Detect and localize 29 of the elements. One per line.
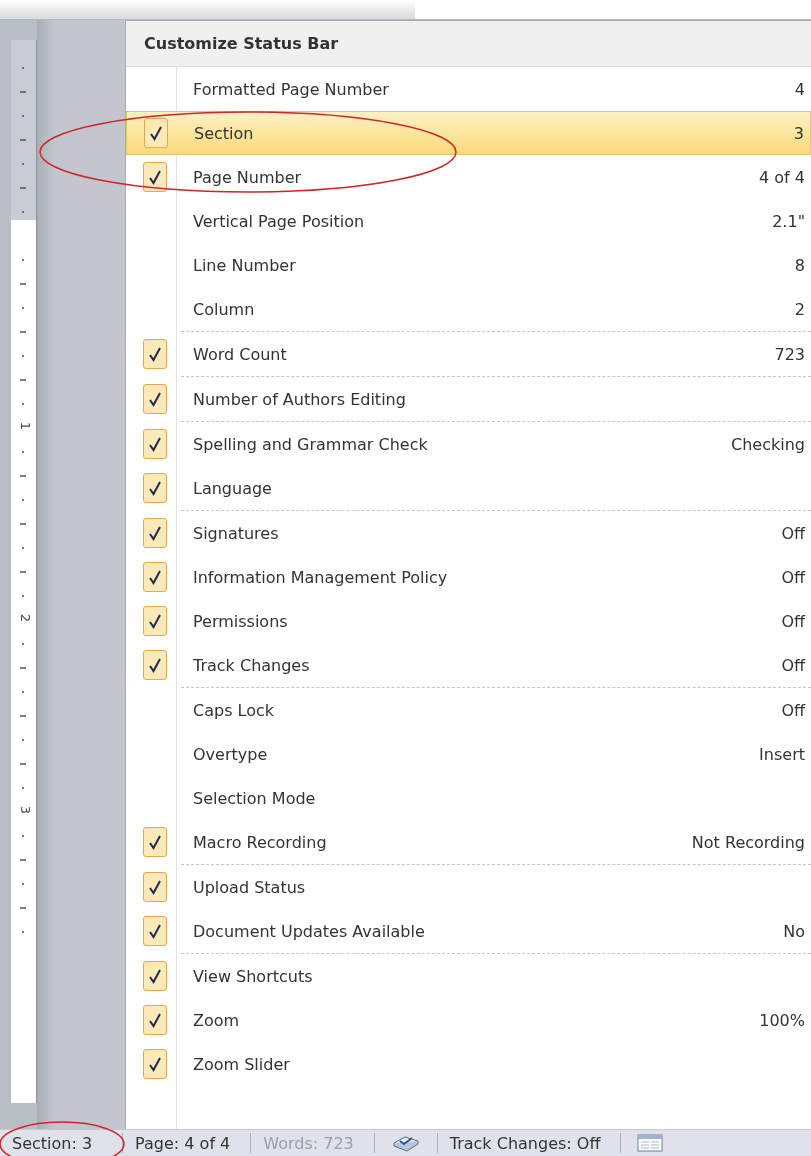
menu-item[interactable]: Zoom 100% <box>126 998 811 1042</box>
status-item[interactable]: Track Changes: Off <box>445 1133 613 1153</box>
menu-item[interactable]: Zoom Slider <box>126 1042 811 1086</box>
status-item[interactable]: Section: 3 <box>8 1133 115 1153</box>
vertical-ruler: 1 2 3 <box>11 40 37 1103</box>
status-item[interactable]: Page: 4 of 4 <box>131 1133 243 1153</box>
menu-item[interactable]: Macro Recording Not Recording <box>126 820 811 864</box>
menu-item[interactable]: View Shortcuts <box>126 954 811 998</box>
menu-item[interactable]: Overtype Insert <box>126 732 811 776</box>
menu-item[interactable]: Page Number 4 of 4 <box>126 155 811 199</box>
menu-item[interactable]: Word Count 723 <box>126 332 811 376</box>
menu-item[interactable]: Track Changes Off <box>126 643 811 687</box>
menu-item[interactable]: Upload Status <box>126 865 811 909</box>
menu-item[interactable]: Language <box>126 466 811 510</box>
menu-item[interactable]: Document Updates Available No <box>126 909 811 953</box>
menu-item[interactable]: Vertical Page Position 2.1" <box>126 199 811 243</box>
menu-title: Customize Status Bar <box>126 21 811 67</box>
menu-item[interactable]: Formatted Page Number 4 <box>126 67 811 111</box>
menu-item[interactable]: Signatures Off <box>126 511 811 555</box>
menu-item[interactable]: Number of Authors Editing <box>126 377 811 421</box>
menu-item[interactable]: Column 2 <box>126 287 811 331</box>
book-icon[interactable] <box>390 1133 421 1153</box>
menu-item[interactable]: Line Number 8 <box>126 243 811 287</box>
menu-item[interactable]: Section 3 <box>126 111 811 155</box>
menu-item[interactable]: Spelling and Grammar Check Checking <box>126 422 811 466</box>
menu-item[interactable]: Information Management Policy Off <box>126 555 811 599</box>
menu-item[interactable]: Caps Lock Off <box>126 688 811 732</box>
menu-item[interactable]: Permissions Off <box>126 599 811 643</box>
menu-item[interactable]: Selection Mode <box>126 776 811 820</box>
